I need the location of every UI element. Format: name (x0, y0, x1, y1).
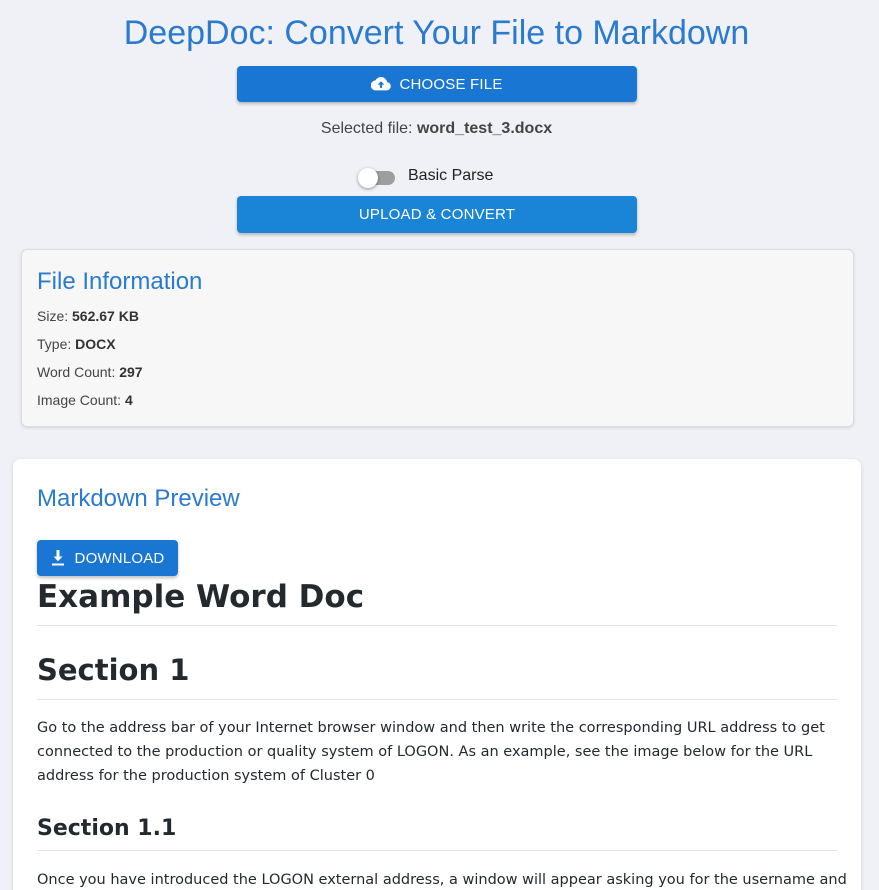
markdown-heading-3: Section 1.1 (37, 815, 837, 851)
page-title: DeepDoc: Convert Your File to Markdown (123, 14, 750, 52)
selected-file-text: Selected file: word_test_3.docx (0, 120, 873, 138)
image-count-label: Image Count: (37, 392, 122, 408)
word-count-row: Word Count: 297 (37, 364, 143, 380)
image-count-row: Image Count: 4 (37, 392, 133, 408)
page: DeepDoc: Convert Your File to Markdown C… (0, 0, 879, 890)
file-size-row: Size: 562.67 KB (37, 308, 139, 324)
markdown-paragraph: Go to the address bar of your Internet b… (37, 720, 825, 784)
markdown-preview-title: Markdown Preview (37, 485, 240, 512)
basic-parse-label: Basic Parse (408, 167, 494, 184)
file-information-card: File Information Size: 562.67 KB Type: D… (21, 249, 854, 427)
selected-file-prefix: Selected file: (320, 120, 413, 137)
basic-parse-toggle[interactable] (358, 166, 396, 188)
file-type-label: Type: (37, 336, 72, 352)
file-type-row: Type: DOCX (37, 336, 116, 352)
toggle-thumb (358, 168, 378, 188)
word-count-label: Word Count: (37, 364, 116, 380)
basic-parse-row: Basic Parse (358, 164, 493, 188)
file-size-value: 562.67 KB (72, 308, 139, 324)
markdown-preview-card: Markdown Preview DOWNLOAD Example Word D… (13, 459, 861, 890)
file-information-title: File Information (37, 268, 203, 295)
file-size-label: Size: (37, 308, 69, 324)
file-type-value: DOCX (75, 336, 116, 352)
download-icon (51, 550, 65, 566)
download-label: DOWNLOAD (74, 549, 165, 567)
word-count-value: 297 (119, 364, 143, 380)
markdown-paragraph-2: Once you have introduced the LOGON exter… (37, 872, 847, 888)
cloud-upload-icon (371, 76, 392, 92)
download-button[interactable]: DOWNLOAD (37, 540, 178, 576)
choose-file-button[interactable]: CHOOSE FILE (237, 66, 637, 102)
selected-file-name: word_test_3.docx (416, 120, 553, 137)
markdown-heading-1: Example Word Doc (37, 579, 837, 626)
image-count-value: 4 (124, 392, 133, 408)
choose-file-label: CHOOSE FILE (399, 75, 503, 93)
upload-convert-button[interactable]: UPLOAD & CONVERT (237, 196, 637, 233)
markdown-heading-2: Section 1 (37, 651, 837, 700)
